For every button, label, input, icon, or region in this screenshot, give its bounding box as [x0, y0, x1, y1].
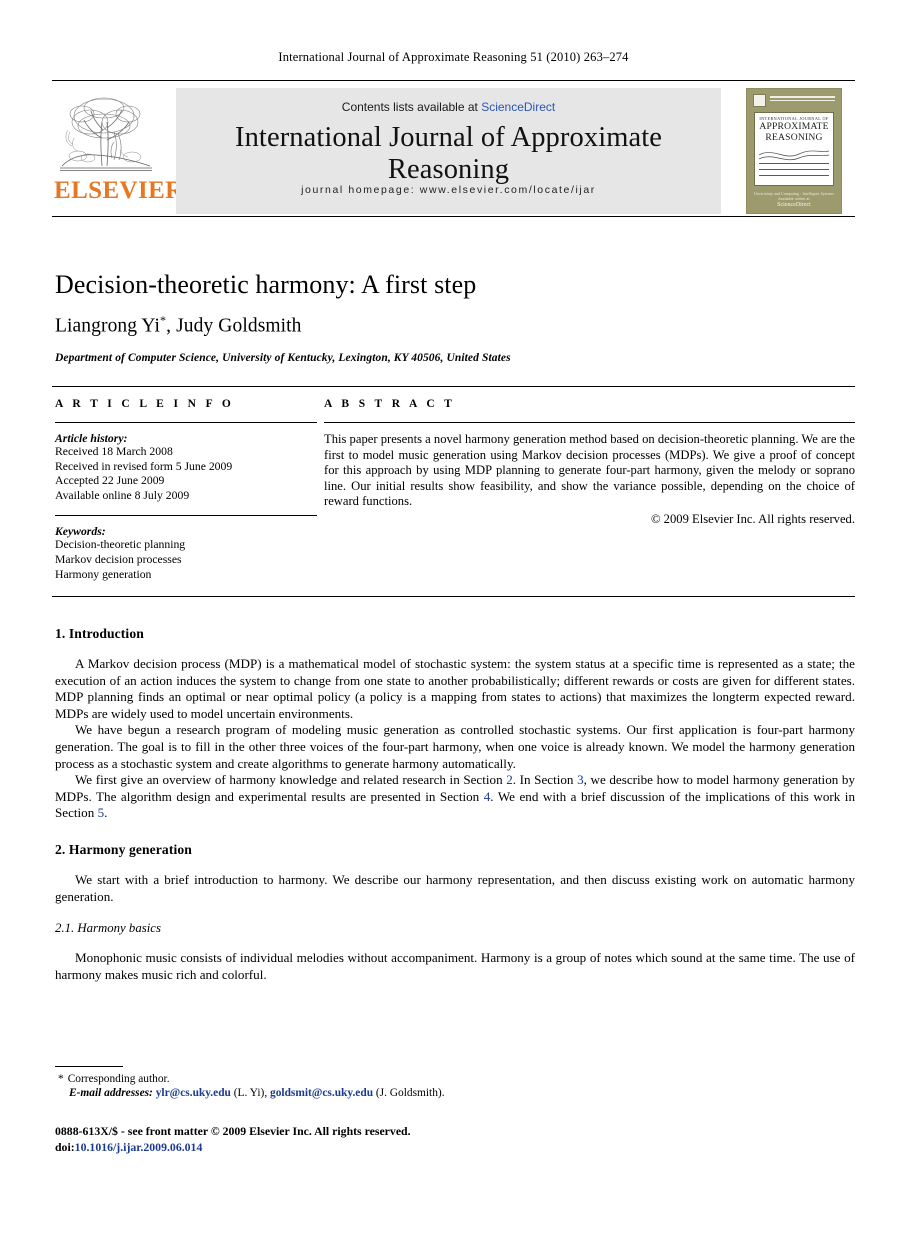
- cover-title-line1: APPROXIMATE: [759, 121, 829, 132]
- email-note: E-mail addresses: ylr@cs.uky.edu (L. Yi)…: [58, 1086, 558, 1100]
- doi-label: doi:: [55, 1139, 75, 1154]
- doi-line: doi:10.1016/j.ijar.2009.06.014: [55, 1140, 655, 1156]
- footnote-rule: [55, 1066, 123, 1067]
- abstract-text: This paper presents a novel harmony gene…: [324, 432, 855, 509]
- paper-page: International Journal of Approximate Rea…: [0, 0, 907, 1238]
- author-list: Liangrong Yi*, Judy Goldsmith: [55, 313, 845, 338]
- paragraph: A Markov decision process (MDP) is a mat…: [55, 656, 855, 721]
- cover-title: APPROXIMATE REASONING: [755, 121, 833, 143]
- journal-masthead: ELSEVIER Contents lists available at Sci…: [52, 88, 855, 214]
- contents-available-line: Contents lists available at ScienceDirec…: [176, 100, 721, 114]
- info-bottom-rule: [52, 596, 855, 597]
- masthead-bottom-rule: [52, 216, 855, 217]
- article-info-column: A R T I C L E I N F O Article history: R…: [55, 398, 317, 582]
- email-owner-goldsmith: (J. Goldsmith).: [373, 1087, 445, 1100]
- cover-topbar: [753, 94, 835, 108]
- paragraph-with-crossrefs: We first give an overview of harmony kno…: [55, 772, 855, 822]
- keyword-item: Markov decision processes: [55, 552, 182, 566]
- running-head: International Journal of Approximate Rea…: [278, 50, 629, 64]
- section-heading-harmony-generation: 2. Harmony generation: [55, 841, 192, 857]
- cover-title-panel: INTERNATIONAL JOURNAL OF APPROXIMATE REA…: [754, 112, 834, 186]
- journal-banner: Contents lists available at ScienceDirec…: [176, 88, 721, 214]
- keywords-divider-rule: [55, 515, 317, 517]
- article-history-item: Accepted 22 June 2009: [55, 474, 165, 488]
- cover-sciencedirect-kicker: Available online at: [778, 197, 810, 201]
- paragraph: We have begun a research program of mode…: [55, 722, 855, 771]
- elsevier-wordmark: ELSEVIER: [54, 177, 184, 204]
- footnote-block: * Corresponding author. E-mail addresses:…: [58, 1072, 558, 1101]
- corresponding-author-text: Corresponding author.: [67, 1073, 170, 1085]
- cover-elsevier-mark-icon: [753, 94, 766, 107]
- corresponding-author-note: * Corresponding author.: [58, 1072, 558, 1086]
- email-link-yi[interactable]: ylr@cs.uky.edu: [156, 1087, 231, 1099]
- cover-topbar-lines: [770, 96, 835, 104]
- affiliation: Department of Computer Science, Universi…: [55, 352, 511, 364]
- footnote-star-marker: *: [58, 1073, 64, 1085]
- elsevier-logo[interactable]: ELSEVIER: [54, 94, 184, 210]
- cover-title-line2: REASONING: [765, 131, 823, 143]
- cover-sciencedirect-word: ScienceDirect: [777, 202, 811, 208]
- page-title: Decision-theoretic harmony: A first step: [55, 270, 477, 299]
- issn-front-matter-line: 0888-613X/$ - see front matter © 2009 El…: [55, 1124, 411, 1138]
- email-addresses-label: E-mail addresses:: [69, 1087, 153, 1100]
- keywords-label: Keywords:: [55, 525, 106, 539]
- header-rule: [52, 80, 855, 81]
- keyword-item: Decision-theoretic planning: [55, 538, 186, 552]
- article-history-item: Received 18 March 2008: [55, 445, 173, 458]
- article-history-item: Available online 8 July 2009: [55, 488, 190, 502]
- abstract-rule: [324, 422, 855, 423]
- subsection-spacer: [55, 905, 855, 921]
- email-link-goldsmith[interactable]: goldsmit@cs.uky.edu: [270, 1087, 373, 1099]
- article-history-label: Article history:: [55, 432, 128, 445]
- abstract-heading: A B S T R A C T: [324, 398, 456, 410]
- text-run: We first give an overview of harmony kno…: [75, 772, 507, 788]
- contents-prefix: Contents lists available at: [341, 100, 482, 114]
- copyright-line: © 2009 Elsevier Inc. All rights reserved…: [650, 511, 855, 526]
- journal-cover-thumbnail[interactable]: INTERNATIONAL JOURNAL OF APPROXIMATE REA…: [746, 88, 842, 214]
- text-run: . In Section: [512, 772, 578, 788]
- article-body: 1. Introduction A Markov decision proces…: [55, 626, 855, 983]
- article-info-rule: [55, 422, 317, 423]
- sciencedirect-link[interactable]: ScienceDirect: [481, 100, 555, 114]
- subsection-heading-harmony-basics: 2.1. Harmony basics: [55, 921, 161, 936]
- imprint-block: 0888-613X/$ - see front matter © 2009 El…: [55, 1124, 655, 1155]
- cover-sciencedirect-badge: Available online at ScienceDirect: [747, 197, 841, 208]
- journal-title: International Journal of Approximate Rea…: [234, 122, 663, 185]
- doi-link[interactable]: 10.1016/j.ijar.2009.06.014: [75, 1140, 203, 1154]
- author-secondary: , Judy Goldsmith: [166, 315, 302, 337]
- author-primary: Liangrong Yi: [55, 315, 161, 337]
- keywords-block: Keywords: Decision-theoretic planning Ma…: [55, 525, 317, 582]
- email-owner-yi: (L. Yi),: [230, 1087, 271, 1100]
- journal-homepage-link[interactable]: journal homepage: www.elsevier.com/locat…: [176, 184, 721, 196]
- article-history-item: Received in revised form 5 June 2009: [55, 459, 233, 473]
- paragraph: We start with a brief introduction to ha…: [55, 871, 855, 904]
- keyword-item: Harmony generation: [55, 567, 152, 581]
- text-run: .: [104, 805, 108, 821]
- info-top-rule: [52, 386, 855, 387]
- paragraph: Monophonic music consists of individual …: [55, 950, 855, 982]
- article-info-heading: A R T I C L E I N F O: [55, 398, 235, 410]
- cover-wave-graphic: [759, 150, 829, 161]
- section-heading-introduction: 1. Introduction: [55, 626, 144, 641]
- cover-rule-lines: [759, 163, 829, 181]
- cover-tagline: Uncertainty and Computing : Intelligent …: [754, 192, 834, 196]
- elsevier-tree-icon: [54, 94, 158, 178]
- abstract-column: A B S T R A C T This paper presents a no…: [324, 398, 855, 527]
